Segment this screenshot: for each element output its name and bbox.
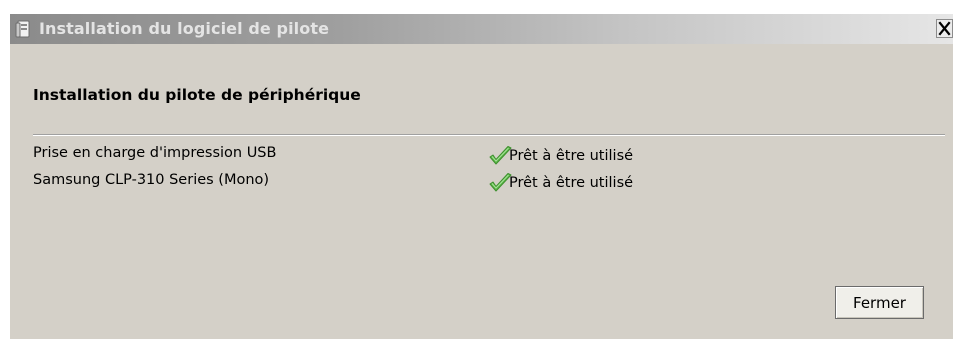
window-title: Installation du logiciel de pilote <box>39 19 330 38</box>
device-row: Samsung CLP-310 Series (Mono) Prêt à êtr… <box>33 170 933 197</box>
device-list: Prise en charge d'impression USB Prêt à … <box>33 143 933 197</box>
device-status: Prêt à être utilisé <box>487 143 633 169</box>
status-text: Prêt à être utilisé <box>509 148 634 164</box>
driver-installer-icon <box>15 20 30 38</box>
divider <box>33 134 945 136</box>
device-row: Prise en charge d'impression USB Prêt à … <box>33 143 933 170</box>
close-button[interactable]: Fermer <box>835 286 924 319</box>
section-title: Installation du pilote de périphérique <box>33 86 361 104</box>
close-icon[interactable] <box>936 19 953 38</box>
device-name: Prise en charge d'impression USB <box>33 145 277 161</box>
title-bar[interactable]: Installation du logiciel de pilote <box>10 14 953 44</box>
device-status: Prêt à être utilisé <box>487 170 633 196</box>
driver-install-dialog: Installation du logiciel de pilote Insta… <box>10 14 953 339</box>
device-name: Samsung CLP-310 Series (Mono) <box>33 172 270 188</box>
status-text: Prêt à être utilisé <box>509 175 634 191</box>
